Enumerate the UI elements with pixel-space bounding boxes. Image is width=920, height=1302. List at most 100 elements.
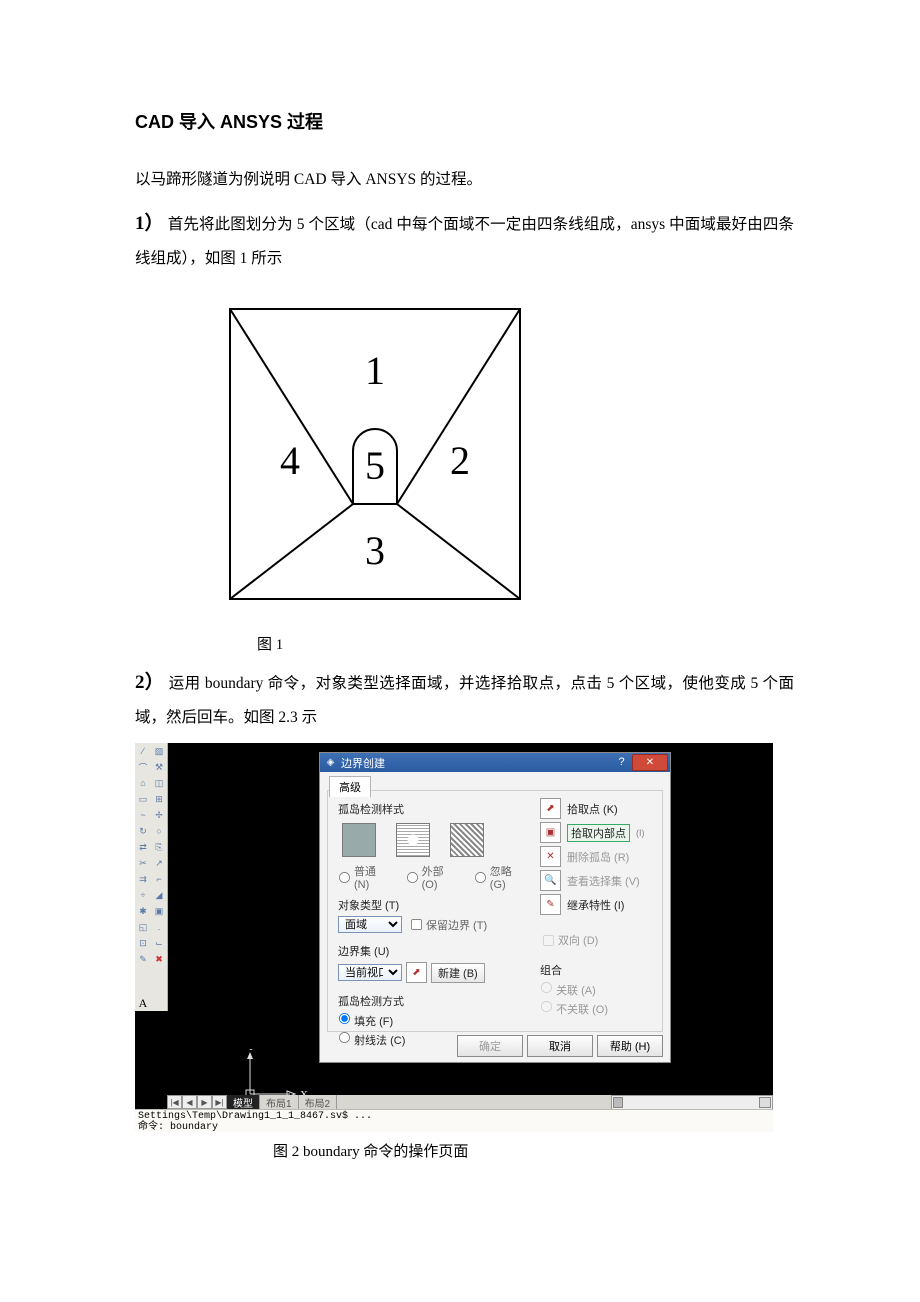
pick-inner-icon[interactable]: ▣ bbox=[540, 822, 561, 843]
step2-text: 运用 boundary 命令，对象类型选择面域，并选择拾取点，点击 5 个区域，… bbox=[135, 675, 794, 726]
tool-erase-icon[interactable]: ✖ bbox=[151, 951, 167, 967]
scrollbar-thumb[interactable] bbox=[613, 1097, 623, 1108]
pick-inner-label[interactable]: 拾取内部点 bbox=[567, 824, 630, 842]
svg-text:4: 4 bbox=[280, 438, 300, 483]
layout-scrollbar[interactable] bbox=[611, 1095, 773, 1110]
ok-button[interactable]: 确定 bbox=[457, 1035, 523, 1057]
dialog-tab-advanced[interactable]: 高级 bbox=[329, 776, 371, 797]
radio-outer[interactable]: 外部 (O) bbox=[406, 863, 462, 891]
dialog-icon: ◈ bbox=[324, 756, 337, 769]
tool-arc-icon[interactable]: ⌒ bbox=[135, 759, 151, 775]
svg-text:2: 2 bbox=[450, 438, 470, 483]
tool-block-icon[interactable]: ◫ bbox=[151, 775, 167, 791]
tool-palette: ∕ ▨ ⌒ ⚒ ⌂ ◫ ▭ ⊞ ~ ✢ ↻ ○ ⇄ ⎘ ✂ ↗ ⇉ ⌐ ÷ ◢ … bbox=[135, 743, 168, 1011]
delete-island-icon[interactable]: ✕ bbox=[540, 846, 561, 867]
svg-text:1: 1 bbox=[365, 348, 385, 393]
tool-break-icon[interactable]: ÷ bbox=[135, 887, 151, 903]
tool-paint-icon[interactable]: ✎ bbox=[135, 951, 151, 967]
layout-tab-bar: |◀ ◀ ▶ ▶| 模型 布局1 布局2 bbox=[167, 1095, 773, 1109]
tool-trim-icon[interactable]: ✂ bbox=[135, 855, 151, 871]
dialog-title-text: 边界创建 bbox=[341, 755, 385, 771]
tool-array-icon[interactable]: ⊞ bbox=[151, 791, 167, 807]
figure-1: 1 2 3 4 5 bbox=[225, 304, 794, 609]
tool-door-icon[interactable]: ⌂ bbox=[135, 775, 151, 791]
island-style-swatches bbox=[342, 823, 530, 857]
tool-area-icon[interactable]: ◱ bbox=[135, 919, 151, 935]
pick-point-label[interactable]: 拾取点 (K) bbox=[567, 801, 618, 817]
tool-circle-icon[interactable]: ○ bbox=[151, 823, 167, 839]
object-type-label: 对象类型 (T) bbox=[338, 897, 530, 913]
figure-1-caption: 图 1 bbox=[257, 633, 794, 654]
tool-explode-icon[interactable]: ✱ bbox=[135, 903, 151, 919]
tool-rotate-icon[interactable]: ↻ bbox=[135, 823, 151, 839]
new-boundary-button[interactable]: 新建 (B) bbox=[431, 963, 485, 983]
radio-assoc[interactable]: 关联 (A) bbox=[540, 981, 658, 998]
boundary-pick-icon[interactable]: ⬈ bbox=[406, 962, 427, 983]
radio-nonassoc[interactable]: 不关联 (O) bbox=[540, 1000, 658, 1017]
step1-text: 首先将此图划分为 5 个区域（cad 中每个面域不一定由四条线组成，ansys … bbox=[135, 216, 794, 267]
group-label: 组合 bbox=[540, 962, 658, 978]
step1-paragraph: 1） 首先将此图划分为 5 个区域（cad 中每个面域不一定由四条线组成，ans… bbox=[135, 205, 794, 274]
tab-layout2[interactable]: 布局2 bbox=[299, 1095, 338, 1110]
tool-hatch-icon[interactable]: ▨ bbox=[151, 743, 167, 759]
tool-boundary-icon[interactable]: ▣ bbox=[151, 903, 167, 919]
view-selection-icon[interactable]: 🔍 bbox=[540, 870, 561, 891]
nav-prev-icon[interactable]: ◀ bbox=[182, 1095, 197, 1109]
cmdline-line2: 命令: boundary bbox=[138, 1122, 770, 1133]
view-selection-label[interactable]: 查看选择集 (V) bbox=[567, 873, 640, 889]
cancel-button[interactable]: 取消 bbox=[527, 1035, 593, 1057]
tool-measure-icon[interactable]: ⌙ bbox=[151, 935, 167, 951]
pick-point-icon[interactable]: ⬈ bbox=[540, 798, 561, 819]
tool-rect-icon[interactable]: ▭ bbox=[135, 791, 151, 807]
tool-line-icon[interactable]: ∕ bbox=[135, 743, 151, 759]
inherit-icon[interactable]: ✎ bbox=[540, 894, 561, 915]
tool-move-icon[interactable]: ✢ bbox=[151, 807, 167, 823]
dialog-close-icon[interactable]: ✕ bbox=[632, 754, 668, 771]
retain-boundary-checkbox[interactable]: 保留边界 (T) bbox=[410, 917, 487, 933]
swatch-ignore-icon[interactable] bbox=[450, 823, 484, 857]
document-heading: CAD 导入 ANSYS 过程 bbox=[135, 108, 794, 134]
island-style-label: 孤岛检测样式 bbox=[338, 801, 530, 817]
intro-paragraph: 以马蹄形隧道为例说明 CAD 导入 ANSYS 的过程。 bbox=[135, 164, 794, 195]
tool-a-label[interactable]: A bbox=[135, 995, 151, 1011]
object-type-select[interactable]: 面域 bbox=[338, 916, 402, 933]
delete-island-label[interactable]: 删除孤岛 (R) bbox=[567, 849, 629, 865]
tool-symbol-icon[interactable]: ⚒ bbox=[151, 759, 167, 775]
radio-normal[interactable]: 普通 (N) bbox=[338, 863, 394, 891]
tool-offset-icon[interactable]: ⇉ bbox=[135, 871, 151, 887]
tool-chamfer-icon[interactable]: ◢ bbox=[151, 887, 167, 903]
swatch-normal-icon[interactable] bbox=[342, 823, 376, 857]
nav-last-icon[interactable]: ▶| bbox=[212, 1095, 227, 1109]
tool-spline-icon[interactable]: ~ bbox=[135, 807, 151, 823]
figure-2-caption: 图 2 boundary 命令的操作页面 bbox=[273, 1140, 794, 1161]
dual-checkbox[interactable]: 双向 (D) bbox=[542, 932, 658, 948]
dialog-titlebar[interactable]: ◈ 边界创建 ? ✕ bbox=[320, 753, 670, 772]
layout-nav: |◀ ◀ ▶ ▶| bbox=[167, 1095, 227, 1109]
inherit-label[interactable]: 继承特性 (I) bbox=[567, 897, 624, 913]
tab-layout1[interactable]: 布局1 bbox=[260, 1095, 299, 1110]
island-style-radios: 普通 (N) 外部 (O) 忽略 (G) bbox=[338, 863, 530, 891]
radio-ignore[interactable]: 忽略 (G) bbox=[474, 863, 530, 891]
tool-copy-icon[interactable]: ⎘ bbox=[151, 839, 167, 855]
boundary-dialog: ◈ 边界创建 ? ✕ 高级 孤岛检测样式 普通 (N) 外部 (O) 忽略 (G… bbox=[319, 752, 671, 1063]
nav-first-icon[interactable]: |◀ bbox=[167, 1095, 182, 1109]
nav-next-icon[interactable]: ▶ bbox=[197, 1095, 212, 1109]
tab-model[interactable]: 模型 bbox=[227, 1095, 260, 1110]
command-line[interactable]: Settings\Temp\Drawing1_1_1_8467.sv$ ... … bbox=[135, 1109, 773, 1132]
detect-method-label: 孤岛检测方式 bbox=[338, 993, 530, 1009]
scrollbar-end-icon[interactable] bbox=[759, 1097, 771, 1108]
tool-text-icon[interactable]: . bbox=[151, 919, 167, 935]
swatch-outer-icon[interactable] bbox=[396, 823, 430, 857]
cmdline-line1: Settings\Temp\Drawing1_1_1_8467.sv$ ... bbox=[138, 1111, 770, 1122]
radio-fill[interactable]: 填充 (F) bbox=[338, 1012, 530, 1029]
step2-number: 2） bbox=[135, 672, 164, 693]
help-button[interactable]: 帮助 (H) bbox=[597, 1035, 663, 1057]
figure-1-svg: 1 2 3 4 5 bbox=[225, 304, 525, 604]
dialog-help-icon[interactable]: ? bbox=[613, 754, 630, 769]
tool-extend-icon[interactable]: ↗ bbox=[151, 855, 167, 871]
svg-text:5: 5 bbox=[365, 443, 385, 488]
tool-dim-icon[interactable]: ⊡ bbox=[135, 935, 151, 951]
boundary-set-select[interactable]: 当前视口 bbox=[338, 964, 402, 981]
tool-mirror-icon[interactable]: ⇄ bbox=[135, 839, 151, 855]
tool-fillet-icon[interactable]: ⌐ bbox=[151, 871, 167, 887]
